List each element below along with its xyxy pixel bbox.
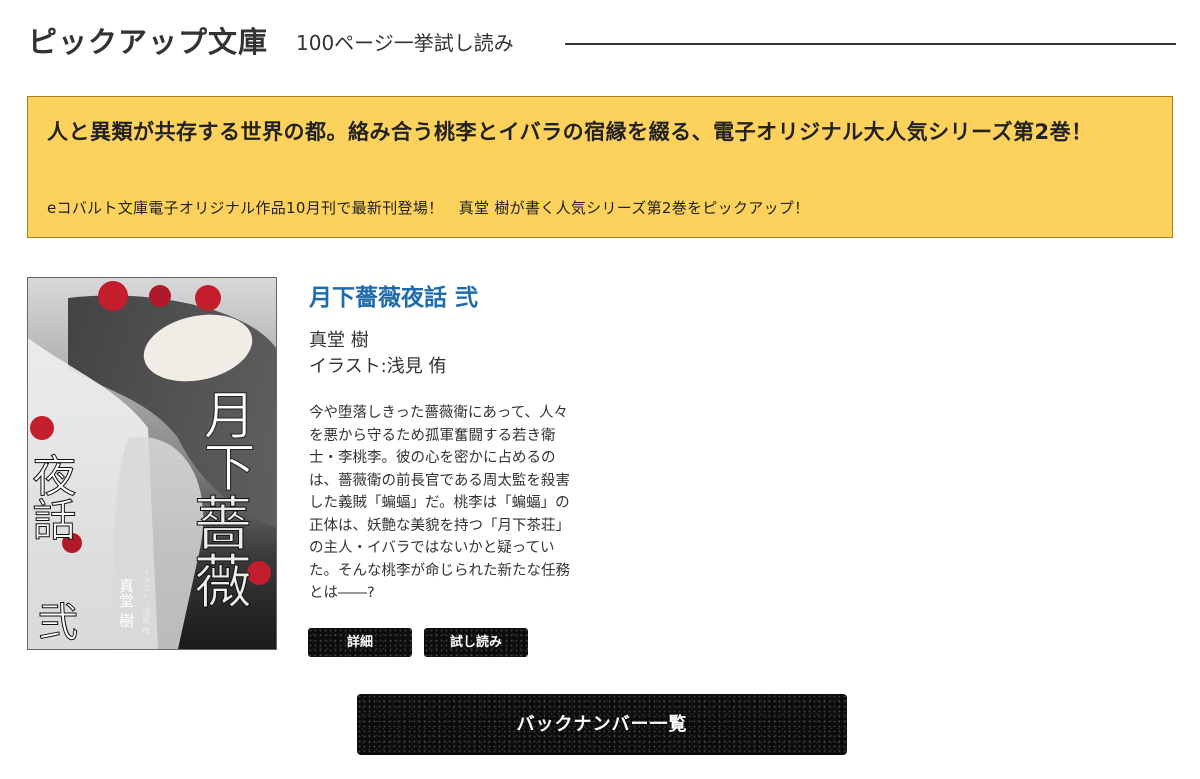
cover-title-top: 月下 bbox=[194, 388, 254, 492]
book-author: 真堂 樹 bbox=[309, 330, 369, 351]
cover-rose bbox=[195, 285, 221, 311]
section-title: ピックアップ文庫 bbox=[28, 25, 269, 59]
book-description: 今や堕落しきった薔薇衛にあって、人々 を悪から守るため孤軍奮闘する若き衛 士・李… bbox=[309, 405, 570, 601]
book-title-link[interactable]: 月下薔薇夜話 弐 bbox=[309, 282, 478, 314]
back-number-list-button[interactable]: バックナンバー一覧 bbox=[357, 694, 847, 755]
header-divider bbox=[565, 43, 1176, 45]
cover-title-left: 夜話 bbox=[28, 453, 76, 541]
banner-headline: 人と異類が共存する世界の都。絡み合う桃李とイバラの宿縁を綴る、電子オリジナル大人… bbox=[47, 120, 1093, 144]
cover-rose bbox=[149, 285, 171, 307]
book-illustrator: イラスト:浅見 侑 bbox=[309, 356, 447, 377]
cover-author: 真堂 樹 bbox=[117, 577, 135, 628]
trial-read-button[interactable]: 試し読み bbox=[424, 628, 528, 657]
detail-button[interactable]: 詳細 bbox=[308, 628, 412, 657]
cover-illustrator: イラスト：浅見 侑 bbox=[142, 568, 151, 636]
book-cover-image[interactable]: 月下 薔薇 夜話 弐 真堂 樹 イラスト：浅見 侑 bbox=[27, 277, 277, 650]
section-header: ピックアップ文庫 100ページ一挙試し読み bbox=[28, 22, 1176, 66]
banner-subline: eコバルト文庫電子オリジナル作品10月刊で最新刊登場！ 真堂 樹が書く人気シリー… bbox=[47, 199, 810, 217]
cover-rose bbox=[98, 281, 128, 311]
cover-volume: 弐 bbox=[38, 600, 78, 646]
section-subtitle: 100ページ一挙試し読み bbox=[296, 31, 514, 55]
cover-rose bbox=[30, 416, 54, 440]
promo-banner: 人と異類が共存する世界の都。絡み合う桃李とイバラの宿縁を綴る、電子オリジナル大人… bbox=[27, 96, 1173, 238]
cover-title-rose: 薔薇 bbox=[184, 493, 252, 609]
